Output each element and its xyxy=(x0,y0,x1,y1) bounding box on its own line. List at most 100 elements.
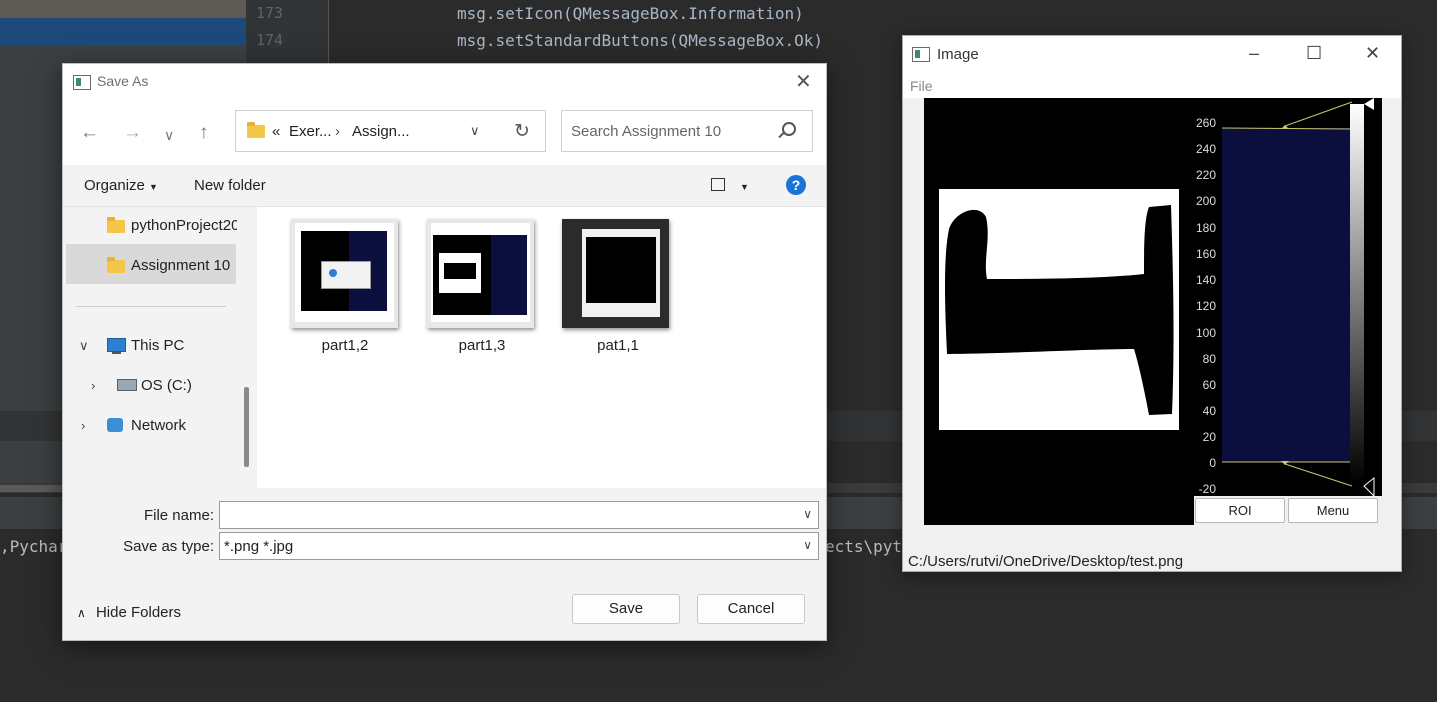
save-as-type-select[interactable]: *.png *.jpg ∨ xyxy=(219,532,819,560)
code-line[interactable]: msg.setIcon(QMessageBox.Information) xyxy=(457,4,804,23)
folder-icon xyxy=(107,217,125,233)
network-icon xyxy=(107,418,123,432)
ide-scroll-thumb[interactable] xyxy=(0,485,62,492)
breadcrumb-assignment[interactable]: Assign... xyxy=(352,123,410,140)
axis-tick: 180 xyxy=(1195,221,1216,235)
image-window: Image – ☐ ✕ File 260 240 220 200 180 160… xyxy=(902,35,1402,572)
status-path: C:/Users/rutvi/OneDrive/Desktop/test.png xyxy=(908,553,1184,570)
menu-file[interactable]: File xyxy=(910,78,933,94)
binary-shape xyxy=(945,205,1174,415)
file-thumbnail[interactable] xyxy=(562,219,669,328)
axis-tick: 40 xyxy=(1202,404,1216,418)
axis-tick: 120 xyxy=(1195,299,1216,313)
file-name-input[interactable]: ∨ xyxy=(219,501,819,529)
refresh-icon[interactable]: ↻ xyxy=(514,120,530,143)
axis-tick: 20 xyxy=(1202,430,1216,444)
terminal-text: ects\pyt xyxy=(825,537,903,556)
save-as-type-label: Save as type: xyxy=(123,538,214,555)
save-as-dialog: Save As ✕ ← → ∨ ↑ « Exer... › Assign... … xyxy=(62,63,827,641)
histogram-panel[interactable]: 260 240 220 200 180 160 140 120 100 80 6… xyxy=(1194,98,1382,496)
roi-button[interactable]: ROI xyxy=(1195,498,1285,523)
ide-sidebar-selected-row[interactable] xyxy=(0,18,246,45)
axis-tick: 200 xyxy=(1195,194,1216,208)
organize-dropdown-icon[interactable]: ▼ xyxy=(149,182,158,192)
dialog-title: Save As xyxy=(97,73,149,89)
axis-tick: 220 xyxy=(1195,168,1216,182)
file-name-label[interactable]: part1,2 xyxy=(285,337,405,354)
forward-arrow-icon[interactable]: → xyxy=(123,123,142,143)
new-folder-button[interactable]: New folder xyxy=(194,177,266,194)
recent-locations-chevron-icon[interactable]: ∨ xyxy=(164,125,174,145)
tree-item-pythonproject[interactable]: pythonProject20 xyxy=(131,217,237,234)
breadcrumb-exercises[interactable]: Exer... xyxy=(289,123,332,140)
view-layout-icon[interactable] xyxy=(711,178,725,191)
help-icon[interactable]: ? xyxy=(786,175,806,195)
chevron-up-icon: ∧ xyxy=(77,606,86,620)
file-name-label[interactable]: pat1,1 xyxy=(558,337,678,354)
axis-tick: 80 xyxy=(1202,352,1216,366)
file-name-label: File name: xyxy=(143,507,214,524)
cancel-button[interactable]: Cancel xyxy=(697,594,805,624)
back-arrow-icon[interactable]: ← xyxy=(80,123,99,143)
navigation-pane-scrollbar[interactable] xyxy=(244,387,249,467)
code-line[interactable]: msg.setStandardButtons(QMessageBox.Ok) xyxy=(457,31,823,50)
file-list-pane: part1,2 part1,3 pat1,1 xyxy=(257,207,826,488)
image-window-title: Image xyxy=(937,46,979,63)
save-as-type-value[interactable]: *.png *.jpg xyxy=(224,538,293,555)
file-name-label[interactable]: part1,3 xyxy=(422,337,542,354)
file-thumbnail[interactable] xyxy=(427,219,534,328)
image-window-titlebar[interactable]: Image – ☐ ✕ xyxy=(903,36,1401,72)
address-overflow[interactable]: « xyxy=(272,123,280,140)
navigation-pane: pythonProject20 Assignment 10 ∨ This PC … xyxy=(63,207,256,488)
organize-button[interactable]: Organize xyxy=(84,177,145,194)
tree-item-network[interactable]: Network xyxy=(131,417,186,434)
close-icon[interactable]: ✕ xyxy=(1365,43,1380,63)
ide-sidebar-header xyxy=(0,0,246,18)
app-icon xyxy=(912,47,930,62)
folder-icon xyxy=(247,122,265,138)
axis-tick: 0 xyxy=(1209,456,1216,470)
computer-icon xyxy=(107,338,126,354)
address-bar[interactable]: « Exer... › Assign... ∨ ↻ xyxy=(235,110,546,152)
file-name-dropdown-chevron-icon[interactable]: ∨ xyxy=(803,507,812,521)
folder-icon xyxy=(107,257,125,273)
drive-icon xyxy=(117,379,137,391)
address-dropdown-chevron-icon[interactable]: ∨ xyxy=(470,123,480,139)
expand-chevron-icon[interactable]: › xyxy=(91,378,95,393)
image-canvas xyxy=(939,189,1179,430)
save-as-type-dropdown-chevron-icon[interactable]: ∨ xyxy=(803,538,812,552)
maximize-icon[interactable]: ☐ xyxy=(1306,43,1322,63)
close-icon[interactable]: ✕ xyxy=(795,72,812,92)
menu-button[interactable]: Menu xyxy=(1288,498,1378,523)
axis-tick: 260 xyxy=(1195,116,1216,130)
tree-item-this-pc[interactable]: This PC xyxy=(131,337,184,354)
axis-tick: -20 xyxy=(1198,482,1216,496)
search-box[interactable]: Search Assignment 10 xyxy=(561,110,813,152)
dialog-titlebar[interactable]: Save As ✕ xyxy=(63,64,826,100)
view-dropdown-icon[interactable]: ▼ xyxy=(740,182,749,192)
up-arrow-icon[interactable]: ↑ xyxy=(199,123,209,143)
minimize-icon[interactable]: – xyxy=(1249,43,1259,63)
terminal-text: ,Pychar xyxy=(0,537,68,556)
tree-item-os-c[interactable]: OS (C:) xyxy=(141,377,192,394)
search-placeholder[interactable]: Search Assignment 10 xyxy=(571,123,721,140)
tree-item-assignment-10[interactable]: Assignment 10 xyxy=(131,257,230,274)
lut-gradient-bar[interactable] xyxy=(1350,104,1364,484)
line-number: 173 xyxy=(256,4,284,22)
hide-folders-button[interactable]: ∧ Hide Folders xyxy=(77,604,181,621)
file-thumbnail[interactable] xyxy=(291,219,398,328)
image-viewport[interactable] xyxy=(924,98,1194,525)
collapse-chevron-icon[interactable]: ∨ xyxy=(79,338,89,354)
navigation-bar: ← → ∨ ↑ « Exer... › Assign... ∨ ↻ Search… xyxy=(63,100,826,165)
save-button[interactable]: Save xyxy=(572,594,680,624)
axis-tick: 160 xyxy=(1195,247,1216,261)
search-icon[interactable] xyxy=(782,122,796,136)
line-number: 174 xyxy=(256,31,284,49)
expand-chevron-icon[interactable]: › xyxy=(81,418,85,433)
image-menubar: File xyxy=(903,72,1401,98)
breadcrumb-separator-icon: › xyxy=(335,123,340,140)
command-bar: Organize ▼ New folder ▼ ? xyxy=(63,165,826,207)
hide-folders-label: Hide Folders xyxy=(95,604,182,621)
histogram-axis: 260 240 220 200 180 160 140 120 100 80 6… xyxy=(1194,98,1218,496)
axis-tick: 240 xyxy=(1195,142,1216,156)
